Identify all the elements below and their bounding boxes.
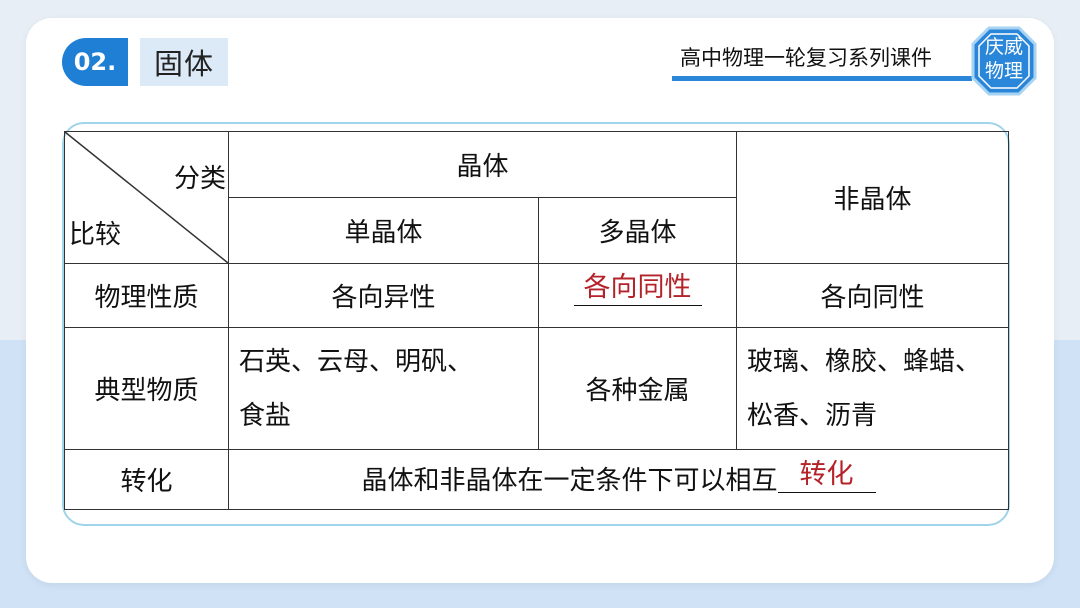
cell-physical-single: 各向异性 <box>228 263 539 328</box>
section-title: 固体 <box>140 38 228 86</box>
header-amorphous: 非晶体 <box>736 131 1010 264</box>
row-label-typical: 典型物质 <box>64 327 229 450</box>
section-number: 02. <box>62 38 128 86</box>
corner-bottom-label: 比较 <box>69 220 122 250</box>
badge-line-2: 物理 <box>984 60 1023 82</box>
row-label-physical: 物理性质 <box>64 263 229 328</box>
series-title: 高中物理一轮复习系列课件 <box>680 46 932 70</box>
series-underline <box>672 76 972 81</box>
brand-badge: 庆威 物理 <box>971 26 1037 96</box>
comparison-table: 分类 比较 晶体 非晶体 单晶体 多晶体 物理性质 各向异性 各向同性 各向同性… <box>64 131 1010 510</box>
answer-blank-transform: 转化 <box>777 460 876 493</box>
answer-blank-physical: 各向同性 <box>573 273 702 306</box>
cell-typical-amorphous: 玻璃、橡胶、蜂蜡、 松香、沥青 <box>736 327 1010 450</box>
header-poly-crystal: 多晶体 <box>537 197 738 264</box>
cell-physical-poly: 各向同性 <box>537 263 738 328</box>
typical-amorphous-line-2: 松香、沥青 <box>747 400 878 431</box>
typical-amorphous-line-1: 玻璃、橡胶、蜂蜡、 <box>747 346 982 377</box>
cell-typical-poly: 各种金属 <box>537 327 738 450</box>
header-crystal: 晶体 <box>227 131 738 198</box>
badge-text: 庆威 物理 <box>971 35 1037 83</box>
transform-text: 晶体和非晶体在一定条件下可以相互 <box>361 466 778 496</box>
corner-cell: 分类 比较 <box>64 131 229 264</box>
cell-transform: 晶体和非晶体在一定条件下可以相互 转化 <box>227 449 1010 510</box>
typical-single-line-1: 石英、云母、明矾、 <box>239 346 474 377</box>
cell-physical-amorphous: 各向同性 <box>736 263 1010 328</box>
typical-single-line-2: 食盐 <box>239 400 292 431</box>
header-single-crystal: 单晶体 <box>228 197 539 264</box>
row-label-transform: 转化 <box>64 449 229 510</box>
badge-line-1: 庆威 <box>984 36 1023 58</box>
corner-top-label: 分类 <box>173 164 226 194</box>
cell-typical-single: 石英、云母、明矾、 食盐 <box>228 327 539 450</box>
